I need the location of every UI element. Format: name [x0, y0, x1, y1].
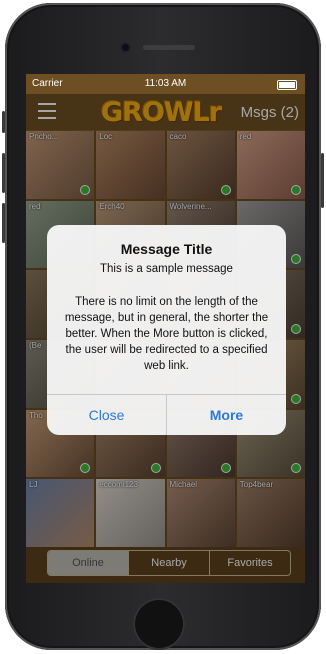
alert-buttons: Close More — [47, 394, 286, 435]
screen: Carrier 11:03 AM GROWLr Msgs (2) Pncho..… — [26, 74, 305, 583]
alert-subtitle: This is a sample message — [100, 263, 233, 275]
mute-switch — [2, 111, 5, 133]
volume-down-button — [2, 203, 5, 243]
alert-dialog: Message Title This is a sample message T… — [47, 225, 286, 435]
battery-icon — [277, 80, 297, 90]
front-camera — [122, 44, 129, 51]
close-button[interactable]: Close — [47, 395, 166, 435]
more-button[interactable]: More — [166, 395, 286, 435]
earpiece-speaker — [143, 45, 195, 50]
power-button — [321, 153, 324, 208]
home-button[interactable] — [133, 598, 185, 650]
volume-up-button — [2, 153, 5, 193]
alert-title: Message Title — [120, 241, 213, 257]
clock: 11:03 AM — [144, 78, 187, 89]
alert-message: There is no limit on the length of the m… — [64, 296, 269, 372]
status-bar: Carrier 11:03 AM — [26, 74, 305, 94]
